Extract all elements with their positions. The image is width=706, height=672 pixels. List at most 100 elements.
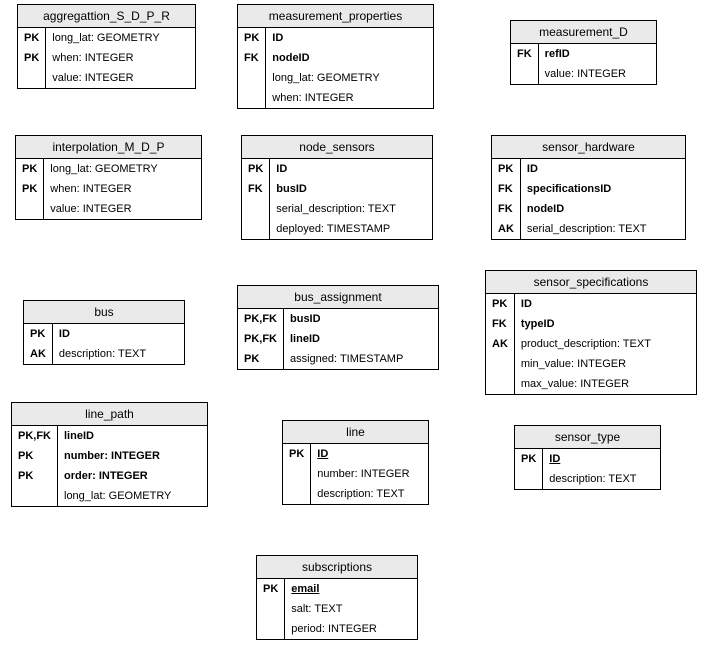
key-cell [257,619,284,639]
attr-cell: value: INTEGER [539,64,632,84]
attr-cell: min_value: INTEGER [515,354,657,374]
key-cell [257,599,284,619]
key-column: PK,FKPK,FKPK [238,309,284,369]
entity-title: line [283,421,428,444]
key-column: PKPK [16,159,44,219]
entity-bus-assignment: bus_assignment PK,FKPK,FKPKbusIDlineIDas… [237,285,439,370]
entity-subscriptions: subscriptions PK emailsalt: TEXTperiod: … [256,555,418,640]
entity-body: PKFKFKAKIDspecificationsIDnodeIDserial_d… [492,159,685,239]
key-cell: FK [242,179,269,199]
key-cell [238,68,265,88]
key-cell [16,199,43,219]
attr-cell: when: INTEGER [44,179,163,199]
attr-cell: busID [284,309,409,329]
attr-cell: ID [311,444,415,464]
attr-cell: max_value: INTEGER [515,374,657,394]
attr-column: long_lat: GEOMETRYwhen: INTEGERvalue: IN… [46,28,165,88]
attr-column: refIDvalue: INTEGER [539,44,632,84]
attr-cell: serial_description: TEXT [270,199,402,219]
attr-cell: busID [270,179,402,199]
entity-sensor-specifications: sensor_specifications PKFKAK IDtypeIDpro… [485,270,697,395]
key-cell: PK [24,324,52,344]
entity-title: bus [24,301,184,324]
entity-body: PK,FKPKPK lineIDnumber: INTEGERorder: IN… [12,426,207,506]
attr-cell: deployed: TIMESTAMP [270,219,402,239]
key-column: PK [283,444,311,504]
attr-cell: description: TEXT [311,484,415,504]
key-cell: FK [511,44,538,64]
key-cell: FK [238,48,265,68]
attr-cell: nodeID [266,48,385,68]
attr-cell: description: TEXT [53,344,152,364]
entity-title: node_sensors [242,136,432,159]
entity-title: bus_assignment [238,286,438,309]
key-cell [242,219,269,239]
attr-cell: long_lat: GEOMETRY [46,28,165,48]
key-cell: FK [492,199,520,219]
key-cell [283,484,310,504]
key-cell: PK,FK [12,426,57,446]
entity-body: PK IDdescription: TEXT [515,449,660,489]
attr-cell: long_lat: GEOMETRY [44,159,163,179]
entity-body: PKFK IDnodeIDlong_lat: GEOMETRYwhen: INT… [238,28,433,108]
entity-body: PKAKIDdescription: TEXT [24,324,184,364]
attr-cell: value: INTEGER [46,68,165,88]
attr-column: IDbusIDserial_description: TEXTdeployed:… [270,159,402,239]
attr-column: IDtypeIDproduct_description: TEXTmin_val… [515,294,657,394]
attr-cell: period: INTEGER [285,619,383,639]
attr-cell: ID [266,28,385,48]
attr-cell: specificationsID [521,179,653,199]
key-cell: PK [12,466,57,486]
key-cell: AK [486,334,514,354]
entity-body: FK refIDvalue: INTEGER [511,44,656,84]
entity-title: subscriptions [257,556,417,579]
key-column: PKFKFKAK [492,159,521,239]
key-cell: PK [257,579,284,599]
attr-cell: number: INTEGER [311,464,415,484]
key-column: PKFKAK [486,294,515,394]
attr-cell: ID [543,449,642,469]
attr-cell: order: INTEGER [58,466,177,486]
attr-cell: salt: TEXT [285,599,383,619]
key-cell [486,374,514,394]
key-cell: PK [486,294,514,314]
key-cell: PK [492,159,520,179]
attr-cell: ID [521,159,653,179]
attr-cell: lineID [284,329,409,349]
attr-cell: when: INTEGER [46,48,165,68]
attr-cell: assigned: TIMESTAMP [284,349,409,369]
attr-cell: when: INTEGER [266,88,385,108]
key-column: PKFK [242,159,270,239]
attr-cell: typeID [515,314,657,334]
entity-title: sensor_hardware [492,136,685,159]
entity-sensor-hardware: sensor_hardware PKFKFKAKIDspecifications… [491,135,686,240]
entity-measurement-d: measurement_D FK refIDvalue: INTEGER [510,20,657,85]
key-cell: PK,FK [238,309,283,329]
attr-cell: product_description: TEXT [515,334,657,354]
entity-interpolation: interpolation_M_D_P PKPK long_lat: GEOME… [15,135,202,220]
entity-aggregattion: aggregattion_S_D_P_R PKPK long_lat: GEOM… [17,4,196,89]
attr-column: IDnodeIDlong_lat: GEOMETRYwhen: INTEGER [266,28,385,108]
key-cell: FK [492,179,520,199]
entity-title: aggregattion_S_D_P_R [18,5,195,28]
key-cell: PK [12,446,57,466]
entity-title: line_path [12,403,207,426]
key-cell: PK [16,159,43,179]
key-cell: PK [238,28,265,48]
entity-body: PK,FKPK,FKPKbusIDlineIDassigned: TIMESTA… [238,309,438,369]
key-cell: PK [242,159,269,179]
key-column: PK [515,449,543,489]
attr-column: IDnumber: INTEGERdescription: TEXT [311,444,415,504]
key-cell: AK [24,344,52,364]
attr-cell: value: INTEGER [44,199,163,219]
attr-cell: nodeID [521,199,653,219]
key-cell: PK,FK [238,329,283,349]
attr-column: long_lat: GEOMETRYwhen: INTEGERvalue: IN… [44,159,163,219]
key-cell: AK [492,219,520,239]
entity-title: measurement_D [511,21,656,44]
attr-cell: number: INTEGER [58,446,177,466]
entity-body: PK emailsalt: TEXTperiod: INTEGER [257,579,417,639]
attr-cell: ID [270,159,402,179]
key-cell: PK [238,349,283,369]
key-cell [511,64,538,84]
